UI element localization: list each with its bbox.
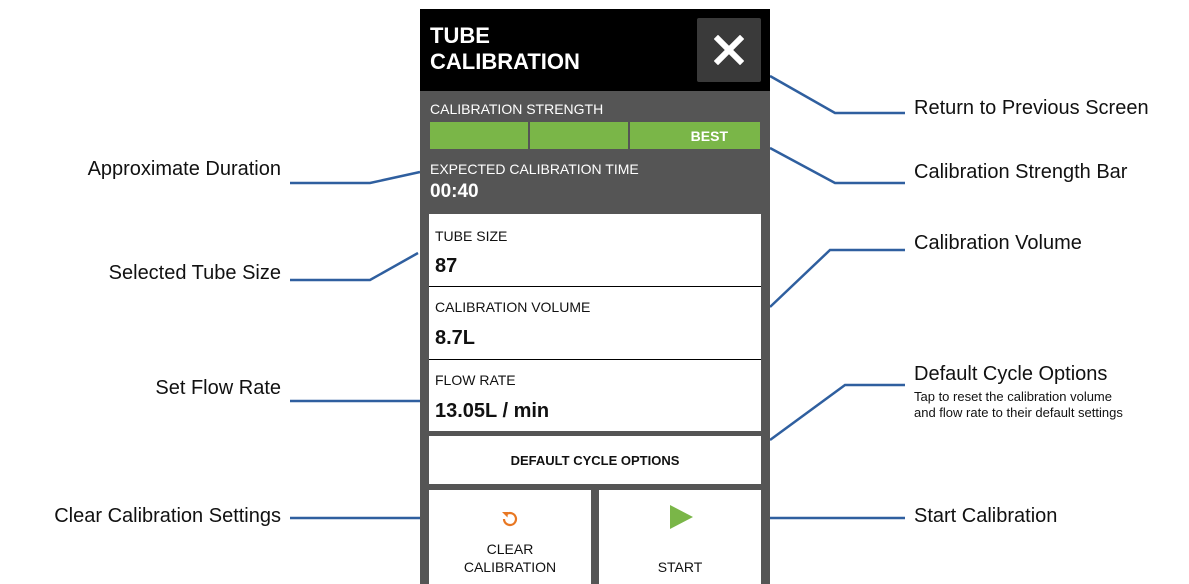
default-cycle-options-button[interactable]: DEFAULT CYCLE OPTIONS — [429, 436, 761, 484]
expected-time-label: EXPECTED CALIBRATION TIME — [430, 161, 639, 177]
strength-segment-1 — [430, 122, 528, 149]
calibration-volume-value: 8.7L — [435, 327, 476, 349]
callout-approx-duration: Approximate Duration — [87, 158, 281, 180]
callout-volume: Calibration Volume — [914, 232, 1082, 254]
callout-line-return — [769, 74, 905, 115]
start-button[interactable]: START — [599, 490, 761, 584]
title-line-1: TUBE — [430, 23, 490, 48]
calibration-volume-field[interactable]: CALIBRATION VOLUME 8.7L — [429, 287, 761, 359]
settings-card: TUBE SIZE 87 CALIBRATION VOLUME 8.7L FLO… — [429, 214, 761, 431]
tube-size-field[interactable]: TUBE SIZE 87 — [429, 214, 761, 286]
callout-line-tube-size — [290, 251, 419, 282]
callout-line-duration — [290, 170, 421, 185]
tube-size-label: TUBE SIZE — [435, 228, 508, 244]
strength-label: CALIBRATION STRENGTH — [430, 101, 604, 117]
reset-icon — [502, 511, 518, 527]
title-line-2: CALIBRATION — [430, 49, 580, 74]
close-button[interactable] — [697, 18, 761, 82]
start-label: START — [657, 559, 703, 575]
callout-line-volume — [769, 248, 905, 308]
clear-label-line-1: CLEAR — [486, 541, 534, 557]
device-screen: TUBE CALIBRATION CALIBRATION STRENGTH BE… — [420, 9, 770, 584]
callout-strength-bar: Calibration Strength Bar — [914, 161, 1128, 183]
callout-default-cycle: Default Cycle Options — [914, 363, 1108, 385]
tube-size-value: 87 — [435, 255, 458, 277]
callout-flow-rate: Set Flow Rate — [155, 377, 281, 399]
strength-segment-2 — [530, 122, 628, 149]
close-icon — [714, 35, 744, 65]
clear-calibration-button[interactable]: CLEAR CALIBRATION — [429, 490, 591, 584]
play-icon — [670, 505, 693, 529]
flow-rate-label: FLOW RATE — [435, 372, 516, 388]
callout-return: Return to Previous Screen — [914, 97, 1149, 119]
callout-clear: Clear Calibration Settings — [54, 505, 281, 527]
clear-calibration-label: CLEAR CALIBRATION — [429, 540, 591, 576]
expected-time-value: 00:40 — [430, 181, 479, 202]
calibration-volume-label: CALIBRATION VOLUME — [435, 299, 591, 315]
screen-header: TUBE CALIBRATION — [420, 9, 770, 91]
flow-rate-value: 13.05L / min — [435, 400, 550, 422]
callout-line-default — [769, 383, 905, 442]
callout-start: Start Calibration — [914, 505, 1058, 527]
flow-rate-field[interactable]: FLOW RATE 13.05L / min — [429, 360, 761, 432]
strength-level-text: BEST — [690, 127, 728, 144]
calibration-strength-bar: BEST — [430, 122, 760, 149]
callout-default-cycle-desc: Tap to reset the calibration volume and … — [914, 389, 1123, 420]
strength-segment-3: BEST — [630, 122, 760, 149]
screen-title: TUBE CALIBRATION — [430, 23, 680, 75]
clear-label-line-2: CALIBRATION — [463, 559, 557, 575]
callout-tube-size: Selected Tube Size — [108, 262, 281, 284]
callout-line-strength — [769, 146, 905, 185]
